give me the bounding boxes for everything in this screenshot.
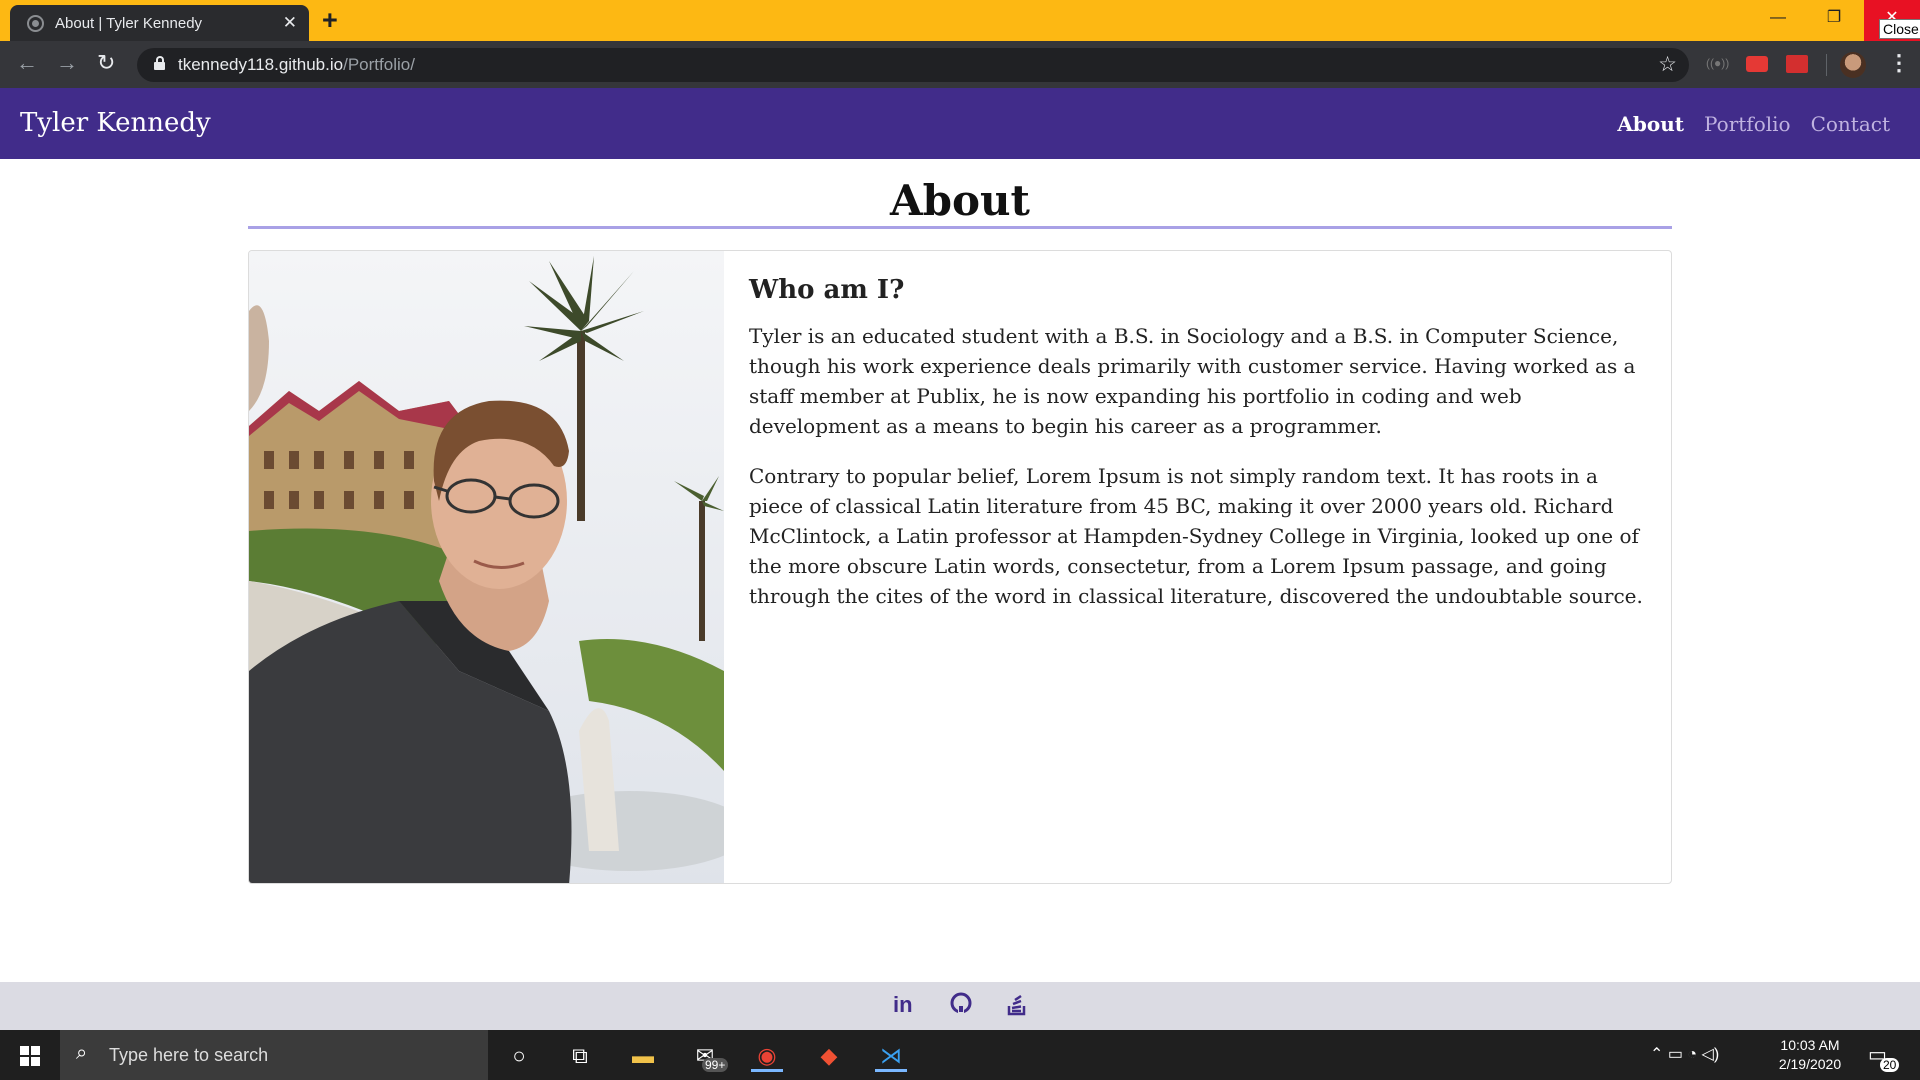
minimize-button[interactable]: — [1750,0,1806,41]
mail-badge: 99+ [702,1058,729,1072]
new-tab-button[interactable]: + [322,5,338,36]
bio-paragraph: Tyler is an educated student with a B.S.… [749,324,1636,438]
site-brand[interactable]: Tyler Kennedy [20,108,211,138]
bookmark-star-icon[interactable]: ☆ [1658,52,1677,77]
lorem-paragraph: Contrary to popular belief, Lorem Ipsum … [749,464,1643,608]
file-explorer-icon[interactable]: ▬ [627,1040,659,1072]
site-footer: in [0,982,1920,1030]
close-tooltip: Close [1879,19,1920,39]
search-placeholder: Type here to search [109,1045,269,1065]
vscode-icon[interactable]: ⋊ [875,1040,907,1072]
toolbar-divider [1826,54,1827,76]
search-icon: ⌕ [76,1042,88,1064]
clock-date: 2/19/2020 [1778,1056,1842,1072]
url-host: tkennedy118.github.io [178,55,344,74]
extension-cast-icon[interactable]: ((●)) [1706,56,1729,78]
url-text[interactable]: tkennedy118.github.io/Portfolio/ [178,55,415,75]
close-tab-icon[interactable]: ✕ [283,13,297,33]
stack-overflow-icon[interactable] [1006,992,1028,1022]
windows-taskbar: ⌕ Type here to search ○ ⧉ ▬ ✉ 99+ ◉ ◆ ⋊ … [0,1030,1920,1080]
extension-record-icon[interactable] [1746,56,1768,72]
browser-tab-active[interactable]: About | Tyler Kennedy ✕ [10,5,309,41]
nav-link-about[interactable]: About [1617,112,1684,136]
globe-icon [27,15,44,32]
profile-avatar[interactable] [1840,52,1866,78]
github-icon[interactable] [950,992,972,1020]
nav-link-contact[interactable]: Contact [1811,112,1890,136]
browser-menu-icon[interactable]: ⋮ [1888,50,1910,76]
site-navbar: Tyler Kennedy About Portfolio Contact [0,88,1920,159]
clock-time: 10:03 AM [1780,1037,1840,1053]
about-card-body: Who am I? Tyler is an educated student w… [749,275,1649,631]
about-card: Who am I? Tyler is an educated student w… [248,250,1672,884]
forward-arrow-icon[interactable]: → [56,50,78,76]
notification-count: 20 [1880,1058,1900,1072]
browser-toolbar: ← → ↻ tkennedy118.github.io/Portfolio/ ☆ [0,41,1920,88]
browser-titlebar: About | Tyler Kennedy ✕ + — ❐ ✕ Close [0,0,1920,41]
nav-link-portfolio[interactable]: Portfolio [1704,112,1791,136]
heading-underline [248,226,1672,229]
lock-icon[interactable] [154,56,165,70]
card-title: Who am I? [749,275,905,305]
linkedin-icon[interactable]: in [893,992,913,1018]
task-view-icon[interactable]: ⧉ [564,1040,596,1072]
chrome-icon[interactable]: ◉ [751,1040,783,1072]
git-icon[interactable]: ◆ [813,1040,845,1072]
taskbar-clock[interactable]: 10:03 AM 2/19/2020 [1770,1036,1850,1074]
windows-start-icon[interactable] [20,1046,40,1066]
address-bar[interactable]: tkennedy118.github.io/Portfolio/ ☆ [137,48,1689,82]
reload-icon[interactable]: ↻ [97,50,115,76]
tab-title: About | Tyler Kennedy [55,15,203,32]
maximize-button[interactable]: ❐ [1806,0,1862,41]
nav-links: About Portfolio Contact [1617,112,1890,136]
url-path: /Portfolio/ [343,55,415,74]
back-arrow-icon[interactable]: ← [16,50,38,76]
system-tray-icons[interactable]: ⌃ ▭ ◔ ◁) [1650,1044,1719,1064]
cortana-icon[interactable]: ○ [503,1040,535,1072]
taskbar-search-box[interactable]: ⌕ Type here to search [60,1030,488,1080]
extension-lastpass-icon[interactable] [1786,55,1808,73]
profile-photo [249,251,724,883]
page-title: About [890,176,1030,225]
